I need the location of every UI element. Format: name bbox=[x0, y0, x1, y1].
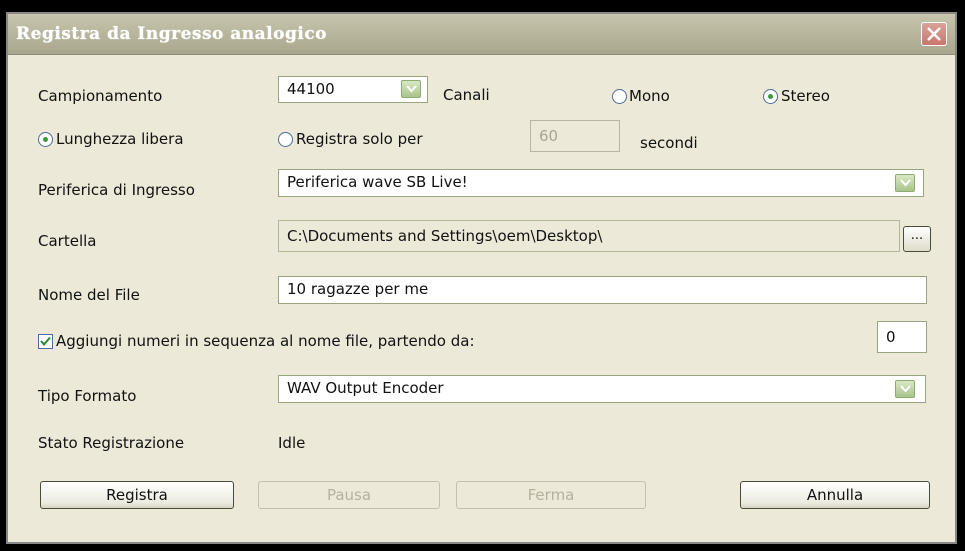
record-dialog: Registra da Ingresso analogico Campionam… bbox=[6, 12, 957, 544]
dialog-title: Registra da Ingresso analogico bbox=[16, 24, 328, 44]
limited-length-label[interactable]: Registra solo per bbox=[296, 130, 423, 148]
browse-folder-button[interactable]: ... bbox=[903, 226, 931, 252]
mono-label[interactable]: Mono bbox=[629, 87, 670, 105]
stop-button[interactable]: Ferma bbox=[456, 481, 646, 509]
chevron-down-icon bbox=[900, 385, 911, 393]
seconds-input[interactable]: 60 bbox=[530, 120, 620, 152]
seconds-unit-label: secondi bbox=[640, 134, 698, 152]
mono-radio[interactable] bbox=[612, 89, 627, 104]
folder-path-value: C:\Documents and Settings\oem\Desktop\ bbox=[287, 227, 603, 245]
stereo-label[interactable]: Stereo bbox=[781, 87, 830, 105]
sampling-label: Campionamento bbox=[38, 87, 163, 105]
title-bar[interactable]: Registra da Ingresso analogico bbox=[8, 14, 955, 55]
sampling-dropdown-button[interactable] bbox=[401, 80, 421, 98]
limited-length-radio[interactable] bbox=[278, 132, 293, 147]
stereo-radio[interactable] bbox=[763, 89, 778, 104]
close-button[interactable] bbox=[921, 22, 947, 46]
cancel-button[interactable]: Annulla bbox=[740, 481, 930, 509]
checkmark-icon bbox=[40, 336, 51, 347]
sequence-start-value: 0 bbox=[886, 328, 896, 346]
file-name-value: 10 ragazze per me bbox=[287, 280, 429, 298]
format-select[interactable]: WAV Output Encoder bbox=[278, 375, 926, 403]
input-device-select[interactable]: Periferica wave SB Live! bbox=[278, 169, 924, 197]
close-icon bbox=[927, 27, 941, 41]
folder-label: Cartella bbox=[38, 232, 97, 250]
input-device-label: Periferica di Ingresso bbox=[38, 181, 195, 199]
chevron-down-icon bbox=[406, 85, 417, 93]
seconds-value: 60 bbox=[539, 127, 559, 145]
sequence-label[interactable]: Aggiungi numeri in sequenza al nome file… bbox=[56, 332, 475, 350]
sampling-value: 44100 bbox=[287, 80, 335, 98]
status-value: Idle bbox=[278, 434, 306, 452]
sequence-start-input[interactable]: 0 bbox=[877, 321, 927, 353]
input-device-dropdown-button[interactable] bbox=[895, 174, 915, 192]
file-name-input[interactable]: 10 ragazze per me bbox=[278, 276, 927, 304]
status-label: Stato Registrazione bbox=[38, 434, 185, 452]
file-name-label: Nome del File bbox=[38, 286, 140, 304]
folder-path-field[interactable]: C:\Documents and Settings\oem\Desktop\ bbox=[278, 220, 900, 252]
input-device-value: Periferica wave SB Live! bbox=[287, 173, 468, 191]
free-length-label[interactable]: Lunghezza libera bbox=[56, 130, 184, 148]
channels-label: Canali bbox=[443, 86, 490, 104]
pause-button[interactable]: Pausa bbox=[258, 481, 440, 509]
format-label: Tipo Formato bbox=[38, 387, 137, 405]
chevron-down-icon bbox=[900, 179, 911, 187]
format-value: WAV Output Encoder bbox=[287, 379, 444, 397]
format-dropdown-button[interactable] bbox=[895, 380, 915, 398]
sequence-checkbox[interactable] bbox=[38, 334, 53, 349]
free-length-radio[interactable] bbox=[38, 132, 53, 147]
record-button[interactable]: Registra bbox=[40, 481, 234, 509]
